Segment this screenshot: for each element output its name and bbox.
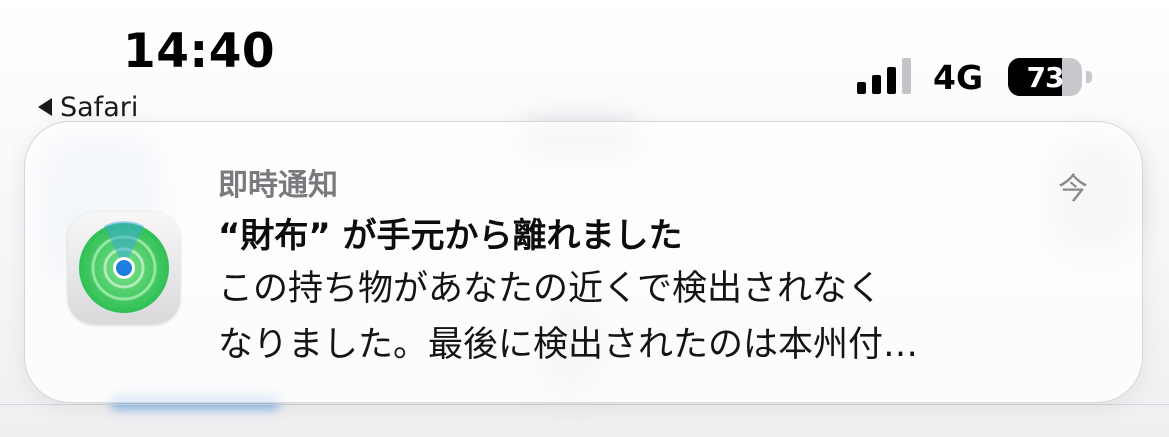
divider xyxy=(0,404,1169,405)
notification-app-name: 即時通知 xyxy=(218,168,338,203)
find-my-icon xyxy=(68,212,180,324)
back-app-label: Safari xyxy=(60,92,139,122)
signal-bar xyxy=(902,58,911,94)
network-type: 4G xyxy=(933,58,984,97)
status-time: 14:40 xyxy=(123,24,276,79)
back-arrow-icon xyxy=(38,98,52,116)
signal-bar xyxy=(857,82,866,94)
find-my-radar-icon xyxy=(79,221,169,313)
battery-tip xyxy=(1086,71,1092,83)
signal-bar xyxy=(872,75,881,94)
back-to-app-link[interactable]: Safari xyxy=(38,92,138,122)
battery-icon: 73 xyxy=(1008,58,1096,96)
battery-shell: 73 xyxy=(1008,58,1082,96)
cellular-signal-icon xyxy=(857,58,913,94)
notification-body-line: なりました。最後に検出されたのは本州付… xyxy=(218,325,919,365)
signal-bar xyxy=(887,67,896,94)
notification-time: 今 xyxy=(1058,172,1088,207)
notification-banner[interactable]: 即時通知 今 “財布” が手元から離れました この持ち物があなたの近くで検出され… xyxy=(24,121,1143,403)
status-bar: 14:40 Safari 4G 73 xyxy=(0,0,1169,122)
notification-body-line: この持ち物があなたの近くで検出されなく xyxy=(218,269,882,309)
battery-percent: 73 xyxy=(1026,60,1065,94)
notification-title: “財布” が手元から離れました xyxy=(218,216,683,256)
